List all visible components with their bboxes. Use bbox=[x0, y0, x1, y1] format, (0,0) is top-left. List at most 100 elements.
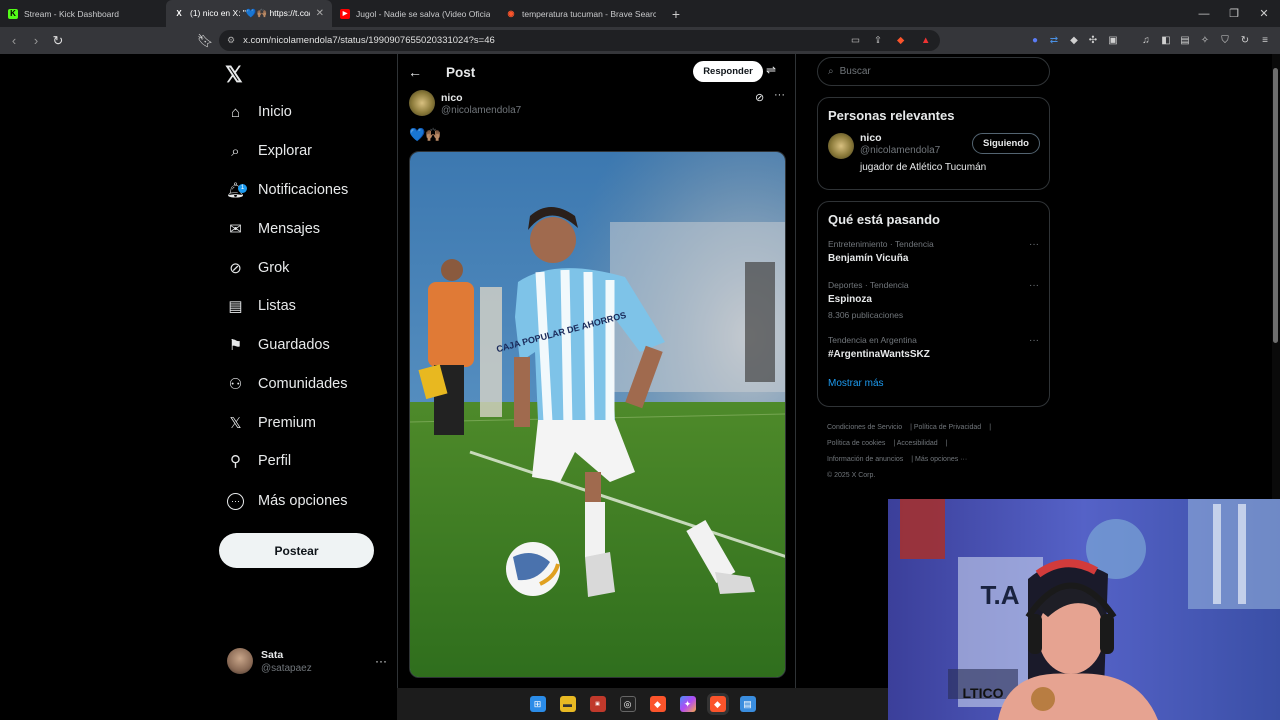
reload-icon[interactable]: ↻ bbox=[47, 30, 69, 52]
window-close-icon[interactable]: ✕ bbox=[1248, 0, 1280, 27]
webcam-overlay: T.A LTICO bbox=[888, 499, 1280, 720]
browser-tab[interactable]: K Stream - Kick Dashboard bbox=[0, 0, 166, 27]
nav-item-messages[interactable]: ✉ Mensajes bbox=[227, 214, 320, 244]
following-button[interactable]: Siguiendo bbox=[972, 133, 1040, 154]
footer-link[interactable]: Política de Privacidad bbox=[914, 424, 981, 431]
copilot-icon[interactable]: ✦ bbox=[679, 696, 696, 712]
minimize-icon[interactable]: — bbox=[1188, 0, 1220, 27]
obs-icon[interactable]: ◎ bbox=[619, 696, 636, 712]
sync-icon[interactable]: ↻ bbox=[1238, 33, 1252, 47]
nav-label: Perfil bbox=[258, 453, 292, 469]
puzzle-icon[interactable]: ✣ bbox=[1086, 33, 1100, 47]
url-bar[interactable]: ⚙ x.com/nicolamendola7/status/1990907655… bbox=[219, 30, 940, 51]
nav-label: Inicio bbox=[258, 104, 292, 120]
file-explorer-icon[interactable]: ▬ bbox=[559, 696, 576, 712]
nav-item-communities[interactable]: ⚇ Comunidades bbox=[227, 369, 348, 399]
trend-item[interactable]: Entretenimiento · Tendencia Benjamín Vic… bbox=[828, 239, 1039, 280]
trend-category: Entretenimiento · Tendencia bbox=[828, 239, 934, 249]
more-dots-icon[interactable]: ··· bbox=[774, 89, 785, 101]
search-input[interactable]: ⌕ Buscar bbox=[817, 57, 1050, 86]
kick-icon: K bbox=[8, 8, 18, 19]
author-name[interactable]: nico bbox=[441, 92, 463, 104]
close-icon[interactable]: ✕ bbox=[316, 8, 324, 19]
footer-link[interactable]: Condiciones de Servicio bbox=[827, 424, 902, 431]
menu-icon[interactable]: ≡ bbox=[1258, 33, 1272, 47]
nav-item-grok[interactable]: ⊘ Grok bbox=[227, 253, 289, 283]
diamond-icon[interactable]: ◆ bbox=[1067, 33, 1081, 47]
back-arrow-icon[interactable]: ← bbox=[408, 64, 422, 80]
windows-start-icon[interactable]: ⊞ bbox=[529, 696, 546, 712]
show-more-link[interactable]: Mostrar más bbox=[828, 378, 1039, 389]
footer-link[interactable]: Más opciones ··· bbox=[915, 456, 967, 463]
grok-icon[interactable]: ⊘ bbox=[755, 91, 764, 104]
tab-label: Stream - Kick Dashboard bbox=[24, 8, 119, 19]
author-handle[interactable]: @nicolamendola7 bbox=[441, 105, 521, 116]
footer-link[interactable]: Información de anuncios bbox=[827, 456, 903, 463]
nav-item-explore[interactable]: ⌕ Explorar bbox=[227, 136, 312, 166]
settings-sliders-icon[interactable]: ⇌ bbox=[766, 63, 776, 77]
people-icon: ⚇ bbox=[228, 376, 243, 393]
restore-icon[interactable]: ❐ bbox=[1218, 0, 1250, 27]
post-image[interactable]: CAJA POPULAR DE AHORROS bbox=[409, 151, 786, 678]
footer-link[interactable]: Accesibilidad bbox=[897, 440, 938, 447]
nav-item-bookmarks[interactable]: ⚑ Guardados bbox=[227, 330, 330, 360]
post-button[interactable]: Postear bbox=[219, 533, 374, 568]
person-name[interactable]: nico bbox=[860, 132, 882, 144]
reply-button[interactable]: Responder bbox=[693, 61, 763, 82]
avatar[interactable] bbox=[409, 90, 435, 116]
trend-item[interactable]: Tendencia en Argentina #ArgentinaWantsSK… bbox=[828, 335, 1039, 376]
brave-rewards-icon[interactable]: ▲ bbox=[921, 35, 930, 46]
vpn-icon[interactable]: ⛉ bbox=[1218, 33, 1232, 47]
soccer-player-photo: CAJA POPULAR DE AHORROS bbox=[410, 152, 785, 677]
nav-item-home[interactable]: ⌂ Inicio bbox=[227, 97, 292, 127]
nav-item-profile[interactable]: ⚲ Perfil bbox=[227, 446, 291, 476]
more-dots-icon[interactable]: ··· bbox=[1029, 280, 1039, 291]
nav-item-premium[interactable]: 𝕏 Premium bbox=[227, 408, 316, 438]
more-dots-icon[interactable]: ··· bbox=[1029, 335, 1039, 346]
brave-shield-icon[interactable]: ◆ bbox=[897, 35, 904, 46]
avatar[interactable] bbox=[828, 133, 854, 159]
browser-tab-active[interactable]: X (1) nico en X: "💙🙌🏽 https://t.co/ ✕ bbox=[166, 0, 332, 27]
avatar bbox=[227, 648, 253, 674]
notepad-icon[interactable]: ▤ bbox=[739, 696, 756, 712]
more-dots-icon[interactable]: ··· bbox=[375, 654, 387, 668]
flag-sign-text: T.A bbox=[981, 580, 1020, 610]
x-logo-icon[interactable]: 𝕏 bbox=[225, 62, 243, 88]
extension-icon[interactable]: ● bbox=[1028, 33, 1042, 47]
site-info-icon[interactable]: ⚙ bbox=[227, 35, 235, 46]
relevant-person[interactable]: nico @nicolamendola7 jugador de Atlético… bbox=[818, 123, 1049, 181]
bell-icon: 🔔︎ 1 bbox=[225, 182, 247, 199]
person-handle[interactable]: @nicolamendola7 bbox=[860, 145, 940, 156]
wallet-icon[interactable]: ▤ bbox=[1178, 33, 1192, 47]
new-tab-button[interactable]: + bbox=[664, 6, 688, 22]
nav-label: Premium bbox=[258, 415, 317, 431]
more-dots-icon[interactable]: ··· bbox=[1029, 239, 1039, 250]
app-icon[interactable]: ▣ bbox=[589, 696, 606, 712]
translate-icon[interactable]: ⇄ bbox=[1047, 33, 1061, 47]
youtube-icon: ▶ bbox=[340, 8, 350, 19]
trend-item[interactable]: Deportes · Tendencia Espinoza 8.306 publ… bbox=[828, 280, 1039, 335]
browser-tab[interactable]: ◉ temperatura tucuman - Brave Search bbox=[498, 0, 664, 27]
person-icon: ⚲ bbox=[230, 453, 241, 470]
nav-label: Explorar bbox=[258, 143, 312, 159]
browser-tab[interactable]: ▶ Jugol - Nadie se salva (Video Oficial) bbox=[332, 0, 498, 27]
banner-text: LTICO bbox=[963, 685, 1004, 701]
screen-icon[interactable]: ▭ bbox=[851, 35, 860, 46]
footer-link[interactable]: Política de cookies bbox=[827, 440, 885, 447]
brave-active-icon[interactable]: ◆ bbox=[709, 696, 726, 712]
tab-icon[interactable]: ▣ bbox=[1106, 33, 1120, 47]
nav-item-notifications[interactable]: 🔔︎ 1 Notificaciones bbox=[225, 175, 348, 205]
account-switcher[interactable]: Sata @satapaez ··· bbox=[227, 644, 387, 678]
share-icon[interactable]: ⇪ bbox=[874, 35, 882, 46]
back-icon[interactable]: ‹ bbox=[3, 30, 25, 52]
os-taskbar: ⊞ ▬ ▣ ◎ ◆ ✦ ◆ ▤ bbox=[397, 688, 888, 720]
music-icon[interactable]: ♫ bbox=[1139, 33, 1153, 47]
sidebar-icon[interactable]: ◧ bbox=[1159, 33, 1173, 47]
leo-icon[interactable]: ✧ bbox=[1198, 33, 1212, 47]
nav-item-lists[interactable]: ▤ Listas bbox=[227, 291, 295, 321]
forward-icon[interactable]: › bbox=[25, 30, 47, 52]
nav-item-more[interactable]: ⋯ Más opciones bbox=[227, 486, 347, 516]
brave-icon[interactable]: ◆ bbox=[649, 696, 666, 712]
bookmark-icon[interactable]: 🔖︎ bbox=[194, 30, 216, 52]
scrollbar-thumb[interactable] bbox=[1273, 68, 1278, 343]
